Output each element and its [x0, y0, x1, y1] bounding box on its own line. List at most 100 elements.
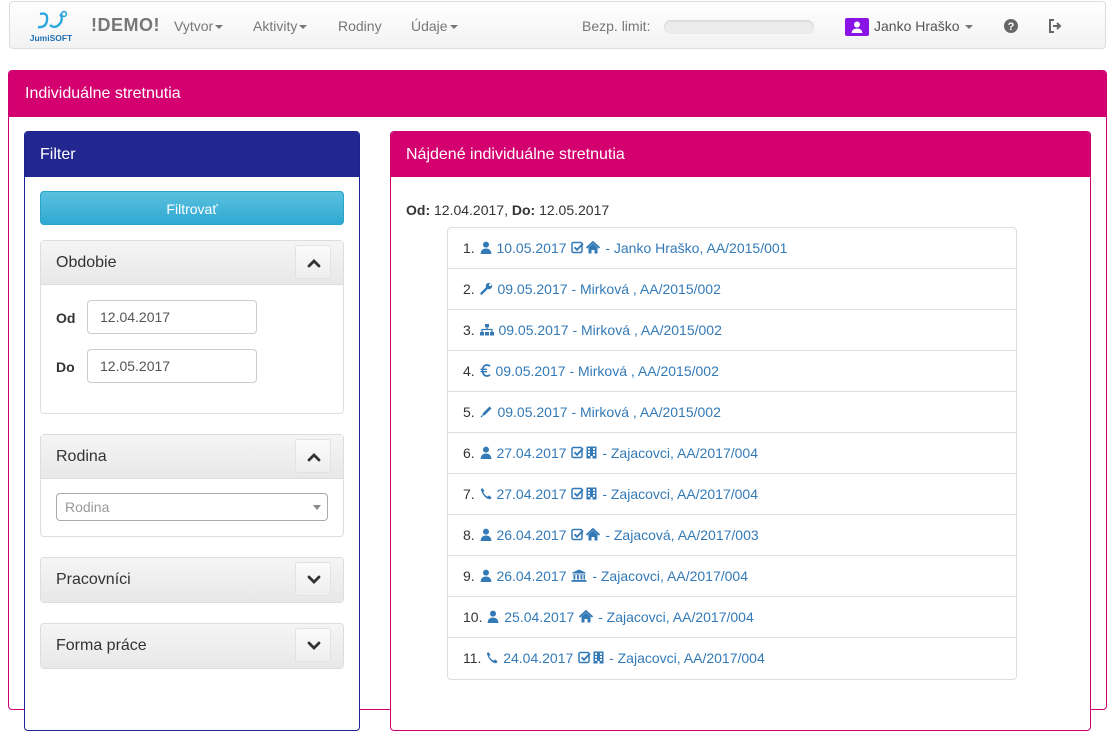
- item-number: 11.: [463, 650, 482, 666]
- user-icon[interactable]: [845, 18, 869, 36]
- item-family-link[interactable]: - Mirková , AA/2015/002: [572, 322, 721, 338]
- check-square-icon: [571, 528, 585, 544]
- check-square-icon: [571, 487, 585, 503]
- phone-icon: [486, 651, 498, 667]
- question-circle-icon[interactable]: ?: [1003, 18, 1019, 34]
- item-family-link[interactable]: - Zajacovci, AA/2017/004: [598, 609, 754, 625]
- building-icon: [593, 651, 604, 667]
- item-number: 6.: [463, 445, 475, 461]
- wrench-icon: [479, 282, 493, 298]
- list-item[interactable]: 3. 09.05.2017 - Mirková , AA/2015/002: [448, 310, 1016, 351]
- expand-toggle-button[interactable]: [295, 628, 331, 662]
- item-date-link[interactable]: 09.05.2017: [498, 322, 568, 338]
- item-family-link[interactable]: - Zajacovci, AA/2017/004: [592, 568, 748, 584]
- date-from-input[interactable]: [87, 300, 257, 334]
- item-family-link[interactable]: - Mirková , AA/2015/002: [571, 404, 720, 420]
- sign-out-icon[interactable]: [1047, 18, 1063, 34]
- chevron-down-icon: [307, 575, 321, 584]
- item-date-link[interactable]: 27.04.2017: [496, 445, 566, 461]
- pencil-icon: [480, 405, 493, 421]
- item-family-link[interactable]: - Zajacovci, AA/2017/004: [609, 650, 765, 666]
- item-family-link[interactable]: - Zajacovci, AA/2017/004: [602, 445, 758, 461]
- item-family-link[interactable]: - Zajacovci, AA/2017/004: [602, 486, 758, 502]
- item-number: 7.: [463, 486, 475, 502]
- section-forma-prace-header[interactable]: Forma práce: [41, 624, 343, 668]
- section-obdobie-header[interactable]: Obdobie: [41, 241, 343, 285]
- item-date-link[interactable]: 09.05.2017: [497, 281, 567, 297]
- nav-udaje-dropdown[interactable]: Údaje: [411, 18, 458, 34]
- section-pracovnici-header[interactable]: Pracovníci: [41, 558, 343, 602]
- sitemap-icon: [479, 323, 494, 339]
- item-family-link[interactable]: - Janko Hraško, AA/2015/001: [605, 240, 787, 256]
- item-date-link[interactable]: 25.04.2017: [504, 609, 574, 625]
- section-pracovnici: Pracovníci: [40, 557, 344, 603]
- range-to-label: Do:: [511, 202, 536, 218]
- list-item[interactable]: 1. 10.05.2017 - Janko Hraško, AA/2015/00…: [448, 228, 1016, 269]
- bank-icon: [571, 569, 587, 585]
- list-item[interactable]: 10. 25.04.2017 - Zajacovci, AA/2017/004: [448, 597, 1016, 638]
- caret-down-icon: [449, 25, 458, 30]
- list-item[interactable]: 11. 24.04.2017 - Zajacovci, AA/2017/004: [448, 638, 1016, 679]
- date-from-label: Od: [56, 310, 76, 326]
- collapse-toggle-button[interactable]: [295, 439, 331, 473]
- brand-title[interactable]: !DEMO!: [91, 15, 160, 36]
- nav-rodiny-link[interactable]: Rodiny: [338, 18, 382, 34]
- date-to-input[interactable]: [87, 349, 257, 383]
- item-date-link[interactable]: 24.04.2017: [503, 650, 573, 666]
- chevron-up-icon: [307, 259, 321, 268]
- caret-down-icon: [299, 25, 308, 30]
- limit-progress-bar: [664, 20, 814, 34]
- section-pracovnici-title: Pracovníci: [56, 571, 131, 588]
- list-item[interactable]: 9. 26.04.2017 - Zajacovci, AA/2017/004: [448, 556, 1016, 597]
- nav-aktivity-dropdown[interactable]: Aktivity: [253, 18, 308, 34]
- user-icon: [487, 610, 499, 626]
- item-date-link[interactable]: 09.05.2017: [495, 363, 565, 379]
- item-date-link[interactable]: 27.04.2017: [496, 486, 566, 502]
- nav-rodiny-label: Rodiny: [338, 18, 382, 34]
- section-forma-prace: Forma práce: [40, 623, 344, 669]
- results-panel: Nájdené individuálne stretnutia Od: 12.0…: [390, 131, 1091, 731]
- item-date-link[interactable]: 26.04.2017: [496, 527, 566, 543]
- user-menu-dropdown[interactable]: Janko Hraško: [874, 18, 974, 34]
- results-list: 1. 10.05.2017 - Janko Hraško, AA/2015/00…: [447, 227, 1017, 680]
- range-from-value: 12.04.2017: [434, 202, 505, 218]
- rodina-select[interactable]: Rodina: [56, 493, 328, 521]
- home-icon: [579, 609, 594, 626]
- phone-icon: [480, 487, 492, 503]
- caret-down-icon: [215, 25, 224, 30]
- list-item[interactable]: 7. 27.04.2017 - Zajacovci, AA/2017/004: [448, 474, 1016, 515]
- jumisoft-logo[interactable]: JumiSOFT: [26, 10, 76, 44]
- item-date-link[interactable]: 26.04.2017: [496, 568, 566, 584]
- building-icon: [586, 487, 597, 503]
- filter-button[interactable]: Filtrovať: [40, 191, 344, 225]
- nav-vytvor-label: Vytvor: [174, 18, 214, 34]
- list-item[interactable]: 5. 09.05.2017 - Mirková , AA/2015/002: [448, 392, 1016, 433]
- item-number: 9.: [463, 568, 475, 584]
- user-icon: [480, 446, 492, 462]
- item-family-link[interactable]: - Zajacová, AA/2017/003: [605, 527, 758, 543]
- svg-text:JumiSOFT: JumiSOFT: [30, 33, 73, 43]
- user-name: Janko Hraško: [874, 18, 960, 34]
- check-square-icon: [578, 651, 591, 667]
- home-icon: [586, 527, 601, 544]
- user-icon: [480, 241, 492, 257]
- list-item[interactable]: 8. 26.04.2017 - Zajacová, AA/2017/003: [448, 515, 1016, 556]
- expand-toggle-button[interactable]: [295, 562, 331, 596]
- list-item[interactable]: 2. 09.05.2017 - Mirková , AA/2015/002: [448, 269, 1016, 310]
- user-icon: [480, 528, 492, 544]
- nav-vytvor-dropdown[interactable]: Vytvor: [174, 18, 224, 34]
- page-title: Individuálne stretnutia: [9, 71, 1106, 117]
- item-date-link[interactable]: 10.05.2017: [496, 240, 566, 256]
- item-family-link[interactable]: - Mirková , AA/2015/002: [571, 281, 720, 297]
- rodina-select-placeholder: Rodina: [65, 499, 110, 515]
- select-arrow-icon: [313, 505, 321, 510]
- item-number: 10.: [463, 609, 483, 625]
- section-rodina-header[interactable]: Rodina: [41, 435, 343, 479]
- collapse-toggle-button[interactable]: [295, 245, 331, 279]
- list-item[interactable]: 6. 27.04.2017 - Zajacovci, AA/2017/004: [448, 433, 1016, 474]
- item-date-link[interactable]: 09.05.2017: [497, 404, 567, 420]
- range-to-value: 12.05.2017: [539, 202, 610, 218]
- filter-title: Filter: [25, 132, 359, 177]
- list-item[interactable]: 4. 09.05.2017 - Mirková , AA/2015/002: [448, 351, 1016, 392]
- item-family-link[interactable]: - Mirková , AA/2015/002: [569, 363, 718, 379]
